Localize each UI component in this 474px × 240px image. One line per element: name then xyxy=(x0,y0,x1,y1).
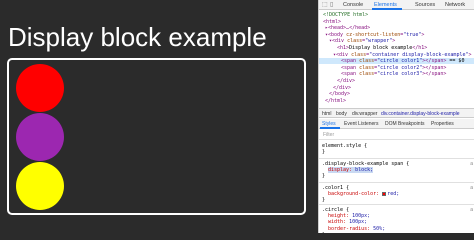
tab-console[interactable]: Console xyxy=(343,2,363,8)
dom-node-token: class xyxy=(351,51,367,58)
dom-node-token: cz-shortcut-listen xyxy=(346,31,401,38)
dom-node-token: <span xyxy=(341,58,360,65)
color-swatch-icon[interactable] xyxy=(382,191,387,196)
dom-node-token: </body> xyxy=(329,91,351,98)
dom-node-token: > xyxy=(421,31,425,38)
dom-tree[interactable]: <!DOCTYPE html> <html> ▸<head>…</head> ▾<bo… xyxy=(319,11,474,107)
breadcrumb-wrapper[interactable]: div.wrapper xyxy=(352,111,377,117)
css-declaration[interactable]: display: block; xyxy=(328,167,374,174)
dom-node-token: <h1> xyxy=(337,45,350,51)
page-title: Display block example xyxy=(8,22,267,52)
circle-red xyxy=(16,64,64,112)
dom-node[interactable]: <span class="circle color3"></span> xyxy=(319,71,446,77)
dom-node-token: > xyxy=(468,51,472,58)
dom-node-token: ▾<body xyxy=(325,31,347,38)
dom-node[interactable]: </div> xyxy=(319,85,351,91)
dom-node[interactable]: <span class="circle color1"></span> == $… xyxy=(319,58,474,65)
dom-node[interactable]: <!DOCTYPE html> xyxy=(319,12,368,18)
tab-sources[interactable]: Sources xyxy=(415,2,435,8)
dom-node-token: ▾<div xyxy=(333,51,352,58)
css-declaration[interactable]: height: 100px; xyxy=(328,213,370,219)
dom-node[interactable]: ▸<head>…</head> xyxy=(319,25,370,31)
devtools-panel: ⬚ ▯ Console Elements Sources Network <!D… xyxy=(318,0,474,233)
devtools-tabbar: ⬚ ▯ Console Elements Sources Network xyxy=(319,0,474,10)
css-declaration[interactable]: background-color: red; xyxy=(328,191,399,197)
breadcrumb-html[interactable]: html xyxy=(322,111,331,117)
css-rule: .circle {height: 100px; width: 100px; bord… xyxy=(319,207,474,233)
dom-node-token: ></span> xyxy=(422,64,447,71)
dom-node-token: Display block example xyxy=(349,45,413,51)
dom-node-token: "circle color1" xyxy=(377,58,423,65)
css-rule: element.style {} xyxy=(319,143,474,159)
page-preview: Display block example xyxy=(0,0,318,233)
dom-node[interactable]: ▾<div class="wrapper"> xyxy=(319,38,395,44)
active-subtab-indicator xyxy=(320,127,340,129)
device-toggle-icon[interactable]: ▯ xyxy=(330,2,336,8)
styles-filter-input[interactable] xyxy=(323,131,443,139)
inspect-cursor-icon[interactable]: ⬚ xyxy=(322,2,328,8)
active-tab-indicator xyxy=(372,8,402,10)
css-declaration[interactable]: border-radius: 50%; xyxy=(328,226,385,232)
css-selector: element.style { xyxy=(322,143,368,149)
dom-node-token: </html> xyxy=(325,97,347,104)
dom-node-token: <!DOCTYPE html> xyxy=(323,12,369,18)
dom-node[interactable]: ▾<body cz-shortcut-listen="true"> xyxy=(319,32,424,38)
dom-node-token: </h1> xyxy=(412,45,428,51)
dom-node-token: "container display-block-example" xyxy=(369,51,469,58)
dom-node[interactable]: </html> xyxy=(319,98,346,104)
dom-node[interactable]: ▾<div class="container display-block-exa… xyxy=(319,52,472,58)
css-rule-close[interactable]: } xyxy=(322,149,325,155)
dom-node-token: class xyxy=(359,71,375,78)
css-selector: .display-block-example span { xyxy=(322,161,410,167)
css-rule-close[interactable]: } xyxy=(322,197,325,203)
dom-node-token: class xyxy=(347,38,363,45)
css-selector: .circle { xyxy=(322,207,350,213)
circle-purple xyxy=(16,113,64,161)
dom-node-token: <span xyxy=(341,64,360,71)
tab-network[interactable]: Network xyxy=(445,2,465,8)
styles-subtabs: Styles Event Listeners DOM Breakpoints P… xyxy=(319,119,474,129)
breadcrumb: html body div.wrapper div.container.disp… xyxy=(319,108,474,118)
breadcrumb-body[interactable]: body xyxy=(336,111,347,117)
dom-node-token: "true" xyxy=(403,31,422,38)
dom-node-token: ></span> xyxy=(422,58,447,65)
dom-node-token: "wrapper" xyxy=(365,38,393,45)
dom-node-token: "circle color3" xyxy=(377,71,423,78)
dom-node-token: class xyxy=(359,58,375,65)
circle-container xyxy=(7,58,306,215)
dom-node[interactable]: </body> xyxy=(319,91,350,97)
dom-node-token: == $0 xyxy=(446,58,465,65)
tab-event-listeners[interactable]: Event Listeners xyxy=(344,121,378,127)
breadcrumb-container[interactable]: div.container.display-block-example xyxy=(381,111,460,117)
dom-node[interactable]: <span class="circle color2"></span> xyxy=(319,65,446,71)
dom-node-token: <html> xyxy=(323,18,342,25)
dom-node-token: ▸<head>…</head> xyxy=(325,25,371,32)
styles-filter xyxy=(319,130,474,140)
tab-properties[interactable]: Properties xyxy=(431,121,454,127)
rule-source-link[interactable]: a xyxy=(470,161,473,167)
dom-node-token: > xyxy=(392,38,396,45)
css-rule: .color1 {background-color: red;} a xyxy=(319,185,474,205)
circle-yellow xyxy=(16,162,64,210)
dom-node-token: class xyxy=(359,64,375,71)
styles-pane: element.style {} .display-block-example s… xyxy=(319,141,474,233)
css-selector: .color1 { xyxy=(322,185,350,191)
dom-node[interactable]: <html> xyxy=(319,19,341,25)
dom-node-token: ></span> xyxy=(422,71,447,78)
css-rule-close[interactable]: } xyxy=(322,232,325,233)
tab-dom-breakpoints[interactable]: DOM Breakpoints xyxy=(385,121,424,127)
dom-node[interactable]: <h1>Display block example</h1> xyxy=(319,45,427,51)
dom-node-token: </div> xyxy=(333,84,352,91)
dom-node[interactable]: </div> xyxy=(319,78,355,84)
css-declaration[interactable]: width: 100px; xyxy=(328,219,367,225)
css-rule: .display-block-example span {display: bl… xyxy=(319,161,474,183)
rule-source-link[interactable]: a xyxy=(470,207,473,213)
dom-node-token: ▾<div xyxy=(329,38,348,45)
dom-node-token: </div> xyxy=(337,78,356,84)
dom-node-token: <span xyxy=(341,71,360,78)
css-rule-close[interactable]: } xyxy=(322,173,325,179)
dom-node-token: "circle color2" xyxy=(377,64,423,71)
rule-source-link[interactable]: a xyxy=(470,185,473,191)
